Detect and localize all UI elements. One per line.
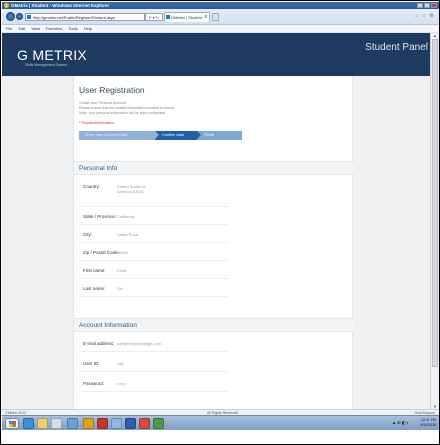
- system-tray-icons[interactable]: ▲ ⊞ ◧ ◐: [392, 420, 409, 425]
- field-city: City: Santa Rosa: [79, 229, 229, 243]
- minimize-button[interactable]: [417, 3, 423, 8]
- intro-text: Create your Personal Account. Please ens…: [79, 101, 175, 116]
- window-controls: [417, 3, 437, 8]
- ie-taskbar-icon[interactable]: [23, 418, 34, 429]
- new-tab-button[interactable]: [212, 13, 219, 21]
- menu-help[interactable]: Help: [84, 25, 92, 32]
- search-refresh-icons[interactable]: P ▾ ↻: [145, 13, 163, 21]
- field-value: Santa Rosa: [117, 232, 138, 237]
- menu-bar: File Edit View Favorites Tools Help: [2, 25, 439, 33]
- field-value: United States of America (USA): [117, 184, 146, 194]
- personal-info-section: Personal Info Country: United States of …: [74, 161, 354, 311]
- app-taskbar-icon[interactable]: [67, 418, 78, 429]
- vertical-scrollbar[interactable]: ▲ ▼: [430, 33, 439, 409]
- page-content: User Registration Create your Personal A…: [2, 76, 430, 409]
- field-value: cott: [117, 361, 124, 366]
- page-title: User Registration: [79, 85, 145, 95]
- scroll-thumb[interactable]: [432, 39, 438, 367]
- field-label: First name:: [83, 268, 106, 273]
- explorer-taskbar-icon[interactable]: [37, 418, 48, 429]
- field-country: Country: United States of America (USA): [79, 181, 229, 207]
- maximize-button[interactable]: [424, 3, 430, 8]
- registration-card: User Registration Create your Personal A…: [73, 76, 354, 409]
- menu-view[interactable]: View: [31, 25, 40, 32]
- field-label: State / Province:: [83, 214, 117, 219]
- window-title: GMetrix | Student - Windows Internet Exp…: [11, 3, 110, 8]
- tab-favicon-icon: [166, 15, 170, 19]
- section-title-account-info: Account Information: [74, 318, 354, 332]
- field-label: City:: [83, 232, 92, 237]
- window-titlebar: GMetrix | Student - Windows Internet Exp…: [2, 2, 439, 9]
- home-favorites-tools-icons[interactable]: ⌂ ☆ ⚙: [415, 13, 435, 19]
- field-label: Zip / Postal Code:: [83, 250, 119, 255]
- start-button[interactable]: [5, 418, 19, 429]
- field-value: 95403: [117, 250, 129, 255]
- windows-taskbar: ▲ ⊞ ◧ ◐ 12:41 PM 9/14/2016: [2, 415, 439, 430]
- page-icon: [27, 15, 31, 19]
- close-window-button[interactable]: [431, 3, 437, 8]
- url-text: http://gmetrix.net/Public/Register/Stude…: [33, 15, 116, 20]
- field-label: User ID:: [83, 361, 100, 366]
- tab-gmetrix-student[interactable]: GMetrix | Student x: [164, 12, 210, 22]
- registration-steps: Enter your Account Data Confirm data Fin…: [79, 131, 242, 140]
- menu-favorites[interactable]: Favorites: [46, 25, 62, 32]
- chrome-taskbar-icon[interactable]: [83, 418, 94, 429]
- field-label: Password:: [83, 381, 105, 386]
- windows-logo-icon: [9, 421, 16, 427]
- app-taskbar-icon[interactable]: [111, 418, 122, 429]
- account-info-section: Account Information E-mail address: cott…: [74, 318, 354, 408]
- step-enter-account-data: Enter your Account Data: [79, 131, 159, 140]
- field-label: E-mail address:: [83, 341, 115, 346]
- ie-logo-icon: [4, 3, 9, 8]
- logo-subtitle: Skills Management System: [25, 63, 68, 67]
- field-value: Cindi: [117, 268, 127, 273]
- scroll-up-arrow-icon[interactable]: ▲: [432, 33, 438, 38]
- section-title-personal-info: Personal Info: [74, 161, 354, 175]
- word-taskbar-icon[interactable]: [125, 418, 136, 429]
- field-value: California: [117, 214, 134, 219]
- intro-line: Note: Your personal information will be …: [79, 111, 166, 115]
- address-bar-row: http://gmetrix.net/Public/Register/Stude…: [2, 9, 439, 25]
- panel-title: Student Panel: [365, 42, 428, 53]
- field-value: ••••••: [117, 381, 126, 386]
- powerpoint-taskbar-icon[interactable]: [97, 418, 108, 429]
- acrobat-taskbar-icon[interactable]: [139, 418, 150, 429]
- menu-edit[interactable]: Edit: [18, 25, 25, 32]
- menu-tools[interactable]: Tools: [68, 25, 77, 32]
- gmetrix-logo[interactable]: G METRIX: [17, 47, 87, 63]
- media-taskbar-icon[interactable]: [51, 418, 62, 429]
- menu-file[interactable]: File: [6, 25, 12, 32]
- clock-date: 9/14/2016: [420, 423, 436, 427]
- field-value: cott@empirecollege.com: [117, 341, 162, 346]
- forward-button[interactable]: [16, 13, 23, 20]
- url-input[interactable]: http://gmetrix.net/Public/Register/Stude…: [25, 13, 145, 21]
- field-first-name: First name: Cindi: [79, 265, 229, 279]
- site-header: G METRIX Skills Management System Studen…: [2, 33, 430, 76]
- field-state: State / Province: California: [79, 211, 229, 225]
- field-last-name: Last name: Ott: [79, 283, 229, 297]
- step-finish: Finish: [197, 131, 242, 140]
- required-note: * Required information.: [79, 121, 115, 125]
- bottom-margin: [2, 430, 439, 444]
- field-email: E-mail address: cott@empirecollege.com: [79, 338, 229, 352]
- step-confirm-data: Confirm data: [155, 131, 201, 140]
- tab-label: GMetrix | Student: [171, 15, 203, 20]
- field-zip: Zip / Postal Code: 95403: [79, 247, 229, 261]
- back-button[interactable]: [6, 12, 15, 21]
- system-clock[interactable]: 12:41 PM 9/14/2016: [420, 418, 436, 428]
- tab-close-button[interactable]: x: [205, 13, 208, 22]
- field-value: Ott: [117, 286, 123, 291]
- field-label: Country:: [83, 184, 101, 189]
- app-taskbar-icon[interactable]: [153, 418, 164, 429]
- field-password: Password: ••••••: [79, 378, 229, 392]
- field-user-id: User ID: cott: [79, 358, 229, 372]
- screenshot-frame: GMetrix | Student - Windows Internet Exp…: [0, 0, 440, 445]
- field-label: Last name:: [83, 286, 106, 291]
